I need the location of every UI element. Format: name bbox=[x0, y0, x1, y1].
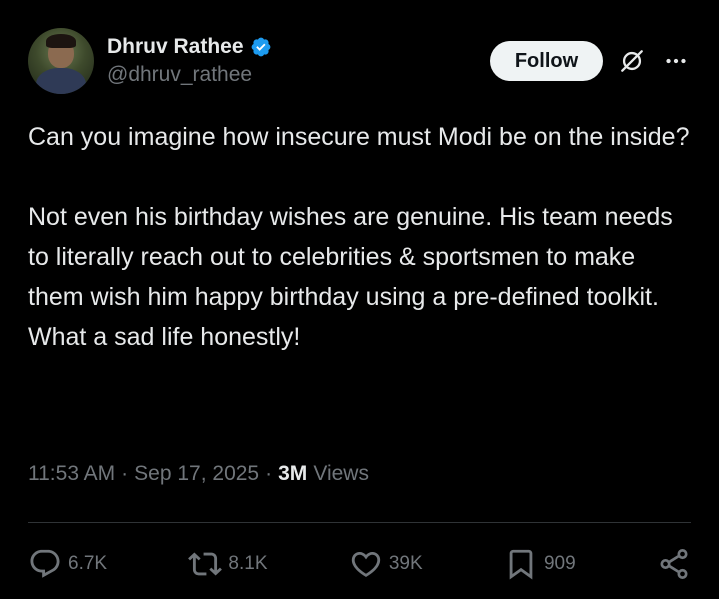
tweet-header: Dhruv Rathee @dhruv_rathee Follow bbox=[28, 28, 691, 94]
views-count[interactable]: 3M bbox=[278, 462, 307, 486]
tweet-meta: 11:53 AM · Sep 17, 2025 · 3M Views bbox=[28, 462, 369, 486]
tweet-paragraph: Can you imagine how insecure must Modi b… bbox=[28, 123, 690, 151]
bookmark-icon bbox=[509, 549, 533, 580]
tweet-paragraph: Not even his birthday wishes are genuine… bbox=[28, 203, 673, 351]
meta-separator: · bbox=[121, 462, 129, 485]
tweet-time[interactable]: 11:53 AM bbox=[28, 462, 115, 486]
avatar[interactable] bbox=[28, 28, 94, 94]
tweet-card: Dhruv Rathee @dhruv_rathee Follow Can yo… bbox=[0, 0, 719, 599]
bookmark-count: 909 bbox=[543, 553, 576, 574]
like-count: 39K bbox=[388, 553, 423, 574]
meta-separator: · bbox=[265, 462, 273, 485]
verified-badge-icon[interactable] bbox=[250, 36, 272, 58]
repost-button[interactable]: 8.1K bbox=[188, 547, 268, 581]
reply-icon bbox=[30, 549, 60, 578]
share-icon bbox=[660, 549, 688, 579]
reply-count: 6.7K bbox=[68, 553, 108, 574]
like-button[interactable]: 39K bbox=[349, 547, 423, 581]
follow-button[interactable]: Follow bbox=[490, 41, 603, 81]
bookmark-button[interactable]: 909 bbox=[504, 547, 576, 581]
tweet-actions: 6.7K 8.1K 39K 909 bbox=[28, 540, 691, 588]
heart-icon bbox=[351, 551, 380, 577]
display-name[interactable]: Dhruv Rathee bbox=[107, 35, 244, 59]
views-label: Views bbox=[313, 462, 369, 485]
divider bbox=[28, 522, 691, 523]
repost-count: 8.1K bbox=[228, 553, 268, 574]
more-icon[interactable] bbox=[661, 46, 691, 76]
header-actions: Follow bbox=[490, 41, 691, 81]
repost-icon bbox=[188, 552, 223, 576]
reply-button[interactable]: 6.7K bbox=[28, 547, 107, 581]
user-handle[interactable]: @dhruv_rathee bbox=[107, 63, 272, 87]
tweet-date[interactable]: Sep 17, 2025 bbox=[134, 462, 259, 486]
grok-icon[interactable] bbox=[615, 44, 649, 78]
share-button[interactable] bbox=[657, 547, 691, 581]
name-row: Dhruv Rathee bbox=[107, 35, 272, 59]
user-names: Dhruv Rathee @dhruv_rathee bbox=[107, 28, 272, 94]
tweet-text: Can you imagine how insecure must Modi b… bbox=[28, 117, 691, 357]
